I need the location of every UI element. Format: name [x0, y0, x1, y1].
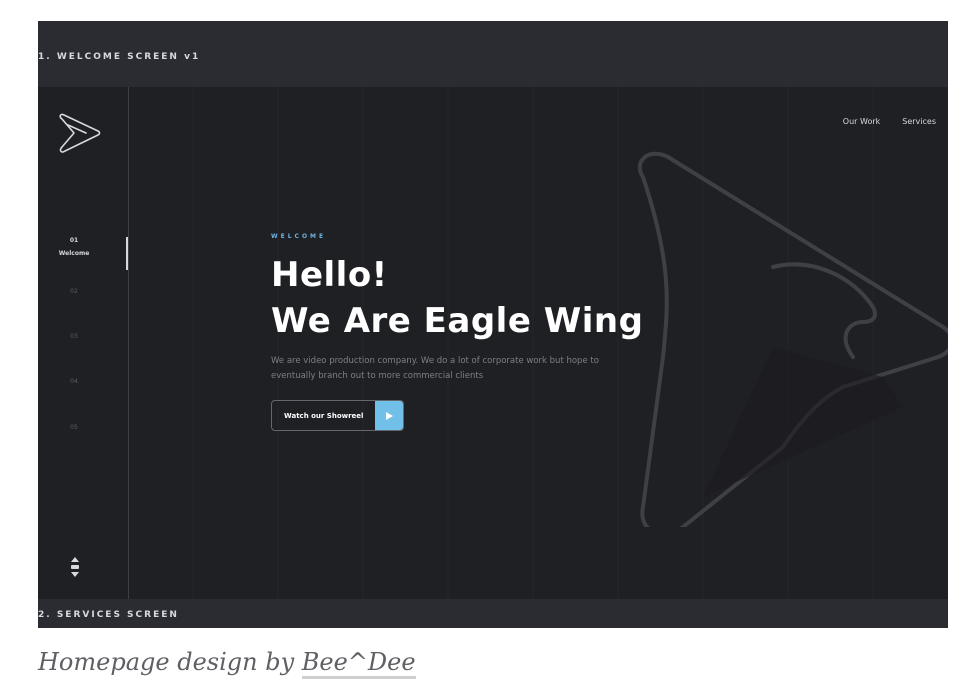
- nav-link-services[interactable]: Services: [902, 117, 936, 126]
- play-arrow-logo-icon[interactable]: [56, 109, 104, 157]
- hero-headline: Hello! We Are Eagle Wing: [271, 252, 691, 344]
- artboard-label-top: 1. WELCOME SCREEN v1: [38, 21, 948, 88]
- play-icon: [375, 401, 404, 430]
- design-screenshot: 1. WELCOME SCREEN v1 01 Welcome 02 03 04…: [38, 21, 948, 628]
- nav-step-4[interactable]: 04: [38, 378, 110, 385]
- headline-line-2: We Are Eagle Wing: [271, 301, 644, 341]
- nav-step-2[interactable]: 02: [38, 288, 110, 295]
- hero-eyebrow: WELCOME: [271, 233, 327, 240]
- nav-step-number: 02: [70, 288, 78, 295]
- caption-prefix: Homepage design by: [38, 648, 302, 676]
- artboard-title: 1. WELCOME SCREEN v1: [38, 52, 201, 62]
- scroll-indicator-icon[interactable]: [70, 557, 80, 577]
- nav-step-number: 03: [70, 333, 78, 340]
- cta-label: Watch our Showreel: [284, 411, 364, 420]
- active-step-indicator: [126, 237, 128, 270]
- nav-step-number: 01: [69, 237, 79, 244]
- side-navigation: 01 Welcome 02 03 04 05: [38, 87, 129, 599]
- welcome-screen: 01 Welcome 02 03 04 05 Our Work Services…: [38, 87, 948, 599]
- hero-section: WELCOME Hello! We Are Eagle Wing We are …: [271, 233, 691, 431]
- artboard-title: 2. SERVICES SCREEN: [38, 610, 179, 620]
- author-link[interactable]: Bee^Dee: [301, 648, 416, 679]
- nav-step-label: Welcome: [58, 250, 90, 257]
- nav-step-number: 05: [70, 424, 78, 431]
- headline-line-1: Hello!: [271, 255, 388, 295]
- nav-step-5[interactable]: 05: [38, 424, 110, 431]
- hero-description: We are video production company. We do a…: [271, 356, 599, 381]
- nav-step-3[interactable]: 03: [38, 333, 110, 340]
- image-caption: Homepage design by Bee^Dee: [38, 648, 416, 679]
- nav-link-our-work[interactable]: Our Work: [843, 117, 880, 126]
- top-navigation: Our Work Services: [843, 117, 936, 126]
- watch-showreel-button[interactable]: Watch our Showreel: [271, 400, 405, 431]
- nav-step-number: 04: [70, 378, 78, 385]
- artboard-label-bottom: 2. SERVICES SCREEN: [38, 599, 948, 628]
- nav-step-welcome[interactable]: 01 Welcome: [38, 237, 110, 257]
